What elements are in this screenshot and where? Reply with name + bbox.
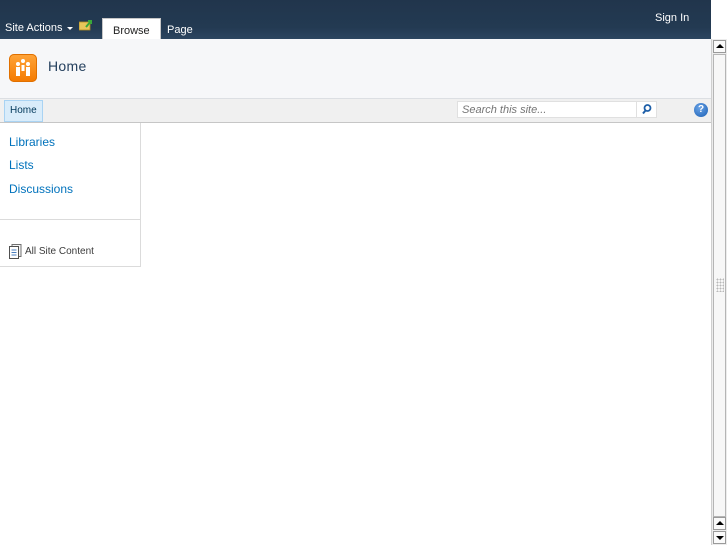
search-button[interactable] — [637, 101, 657, 118]
site-actions-label: Site Actions — [5, 22, 63, 34]
tab-page[interactable]: Page — [157, 18, 203, 39]
tab-browse[interactable]: Browse — [102, 18, 161, 40]
site-logo[interactable] — [9, 54, 37, 82]
help-icon[interactable]: ? — [694, 103, 708, 117]
search-icon — [642, 104, 652, 115]
arrow-down-icon — [716, 536, 724, 540]
scroll-down-button[interactable] — [713, 531, 726, 544]
grip-icon — [716, 278, 724, 292]
quicklaunch-discussions[interactable]: Discussions — [9, 182, 73, 196]
document-icon — [9, 244, 22, 259]
people-icon — [16, 59, 30, 76]
arrow-up-icon — [716, 44, 724, 48]
navigate-up-icon[interactable] — [79, 19, 93, 31]
top-navigation: Home ? — [0, 99, 711, 123]
chevron-down-icon — [67, 26, 74, 30]
topnav-item-home[interactable]: Home — [4, 100, 43, 122]
scroll-up-button[interactable] — [713, 40, 726, 53]
all-site-content-label: All Site Content — [25, 246, 94, 258]
scrollbar-thumb[interactable] — [713, 54, 726, 517]
page-title: Home — [48, 58, 87, 74]
title-area: Home — [0, 39, 711, 99]
divider — [0, 219, 140, 220]
site-actions-menu[interactable]: Site Actions — [5, 22, 74, 34]
ribbon-bar: Site Actions Browse Page Sign In — [0, 0, 711, 40]
all-site-content-link[interactable]: All Site Content — [9, 244, 94, 259]
vertical-scrollbar[interactable] — [711, 39, 727, 545]
scroll-up-button-lower[interactable] — [713, 517, 726, 530]
search-input[interactable] — [457, 101, 637, 118]
quick-launch: Libraries Lists Discussions All Site Con… — [0, 123, 141, 267]
quicklaunch-lists[interactable]: Lists — [9, 158, 34, 172]
arrow-up-icon — [716, 521, 724, 525]
quicklaunch-libraries[interactable]: Libraries — [9, 135, 55, 149]
sign-in-link[interactable]: Sign In — [655, 12, 689, 24]
